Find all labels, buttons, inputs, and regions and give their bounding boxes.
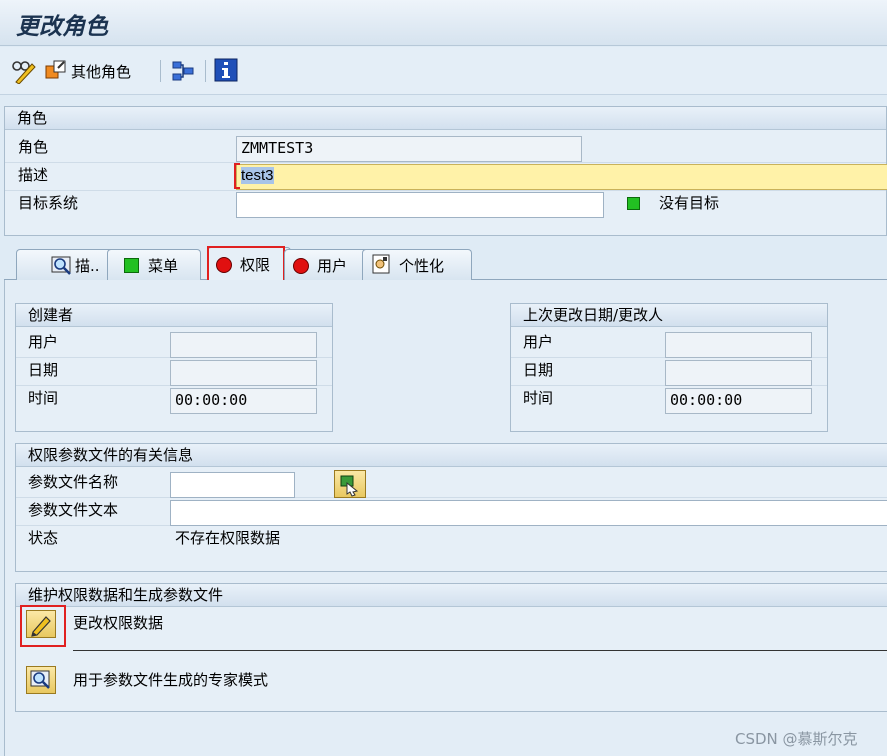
maintain-header: 维护权限数据和生成参数文件	[16, 584, 887, 607]
tab-menu-label: 菜单	[148, 257, 179, 275]
profile-text-row: 参数文件文本	[16, 498, 887, 526]
status-green-icon	[627, 197, 640, 210]
profile-name-row: 参数文件名称	[16, 470, 887, 498]
highlight-box	[20, 605, 66, 647]
last-change-panel: 上次更改日期/更改人 用户 日期 时间 00:00:00	[510, 303, 828, 432]
status-red-icon	[293, 257, 309, 274]
pencil-glasses-icon	[12, 61, 36, 84]
role-label: 角色	[18, 138, 49, 156]
toolbar-separator	[205, 60, 206, 82]
window-titlebar: 更改角色	[0, 0, 887, 46]
tab-personalization-label: 个性化	[399, 257, 445, 275]
description-row: 描述 test3	[5, 163, 887, 191]
description-field[interactable]: test3	[236, 164, 887, 190]
profile-text-label: 参数文件文本	[28, 501, 119, 519]
hierarchy-button[interactable]	[170, 58, 196, 84]
description-value: test3	[241, 167, 274, 184]
divider	[73, 650, 887, 651]
propose-icon	[340, 475, 359, 497]
tab-menu[interactable]: 菜单	[107, 249, 201, 281]
profile-name-label: 参数文件名称	[28, 473, 119, 491]
focus-marker	[234, 163, 240, 189]
magnifier-icon	[30, 670, 50, 689]
creator-panel: 创建者 用户 日期 时间 00:00:00	[15, 303, 333, 432]
change-authorization-label: 更改权限数据	[73, 614, 164, 632]
last-change-time-row: 时间 00:00:00	[511, 386, 827, 414]
target-system-label: 目标系统	[18, 194, 79, 212]
toolbar-separator	[160, 60, 161, 82]
last-change-time-label: 时间	[523, 389, 554, 407]
last-change-header: 上次更改日期/更改人	[511, 304, 827, 327]
target-status-text: 没有目标	[659, 194, 720, 212]
creator-user-field[interactable]	[170, 332, 317, 358]
tab-users[interactable]: 用户	[284, 249, 369, 281]
window-title: 更改角色	[16, 14, 108, 40]
creator-time-row: 时间 00:00:00	[16, 386, 332, 414]
creator-date-field[interactable]	[170, 360, 317, 386]
info-icon	[214, 58, 238, 82]
target-system-field[interactable]	[236, 192, 604, 218]
tab-users-label: 用户	[317, 257, 348, 275]
creator-user-label: 用户	[28, 333, 59, 351]
role-panel: 角色 角色 ZMMTEST3 描述 test3 目标系统 没有目标	[4, 106, 887, 236]
creator-time-field[interactable]: 00:00:00	[170, 388, 317, 414]
profile-status-row: 状态 不存在权限数据	[16, 526, 887, 553]
creator-date-label: 日期	[28, 361, 59, 379]
last-change-time-field[interactable]: 00:00:00	[665, 388, 812, 414]
creator-header: 创建者	[16, 304, 332, 327]
creator-user-row: 用户	[16, 330, 332, 358]
application-toolbar	[0, 47, 887, 95]
personalization-icon	[371, 253, 393, 279]
profile-status-label: 状态	[28, 529, 59, 547]
role-row: 角色 ZMMTEST3	[5, 135, 886, 163]
information-button[interactable]	[214, 58, 238, 82]
hierarchy-icon	[172, 61, 194, 81]
other-roles-label: 其他角色	[71, 62, 132, 81]
expert-mode-button[interactable]	[26, 666, 56, 694]
tab-personalization[interactable]: 个性化	[362, 249, 472, 281]
maintain-panel: 维护权限数据和生成参数文件 更改权限数据 用于参数文件生成的专家模式	[15, 583, 887, 712]
last-change-user-label: 用户	[523, 333, 554, 351]
other-object-icon	[45, 60, 66, 79]
status-green-icon	[124, 258, 139, 273]
profile-name-field[interactable]	[170, 472, 295, 498]
role-field[interactable]: ZMMTEST3	[236, 136, 582, 162]
target-system-row: 目标系统 没有目标	[5, 191, 886, 218]
creator-date-row: 日期	[16, 358, 332, 386]
last-change-date-row: 日期	[511, 358, 827, 386]
magnifier-icon	[51, 254, 73, 280]
profile-propose-button[interactable]	[334, 470, 366, 498]
last-change-user-field[interactable]	[665, 332, 812, 358]
last-change-date-field[interactable]	[665, 360, 812, 386]
watermark-text: CSDN @慕斯尔克	[735, 730, 858, 748]
profile-header: 权限参数文件的有关信息	[16, 444, 887, 467]
expert-mode-label: 用于参数文件生成的专家模式	[73, 671, 269, 689]
tab-description-label: 描..	[75, 257, 100, 275]
creator-time-label: 时间	[28, 389, 59, 407]
role-panel-header: 角色	[5, 107, 886, 130]
profile-text-field[interactable]	[170, 500, 887, 526]
other-roles-button[interactable]: 其他角色	[44, 58, 131, 84]
profile-status-value: 不存在权限数据	[175, 529, 281, 547]
description-label: 描述	[18, 166, 49, 184]
last-change-user-row: 用户	[511, 330, 827, 358]
display-change-button[interactable]	[10, 58, 38, 84]
last-change-date-label: 日期	[523, 361, 554, 379]
profile-panel: 权限参数文件的有关信息 参数文件名称 参数文件文本 状态 不存在权限数据	[15, 443, 887, 572]
